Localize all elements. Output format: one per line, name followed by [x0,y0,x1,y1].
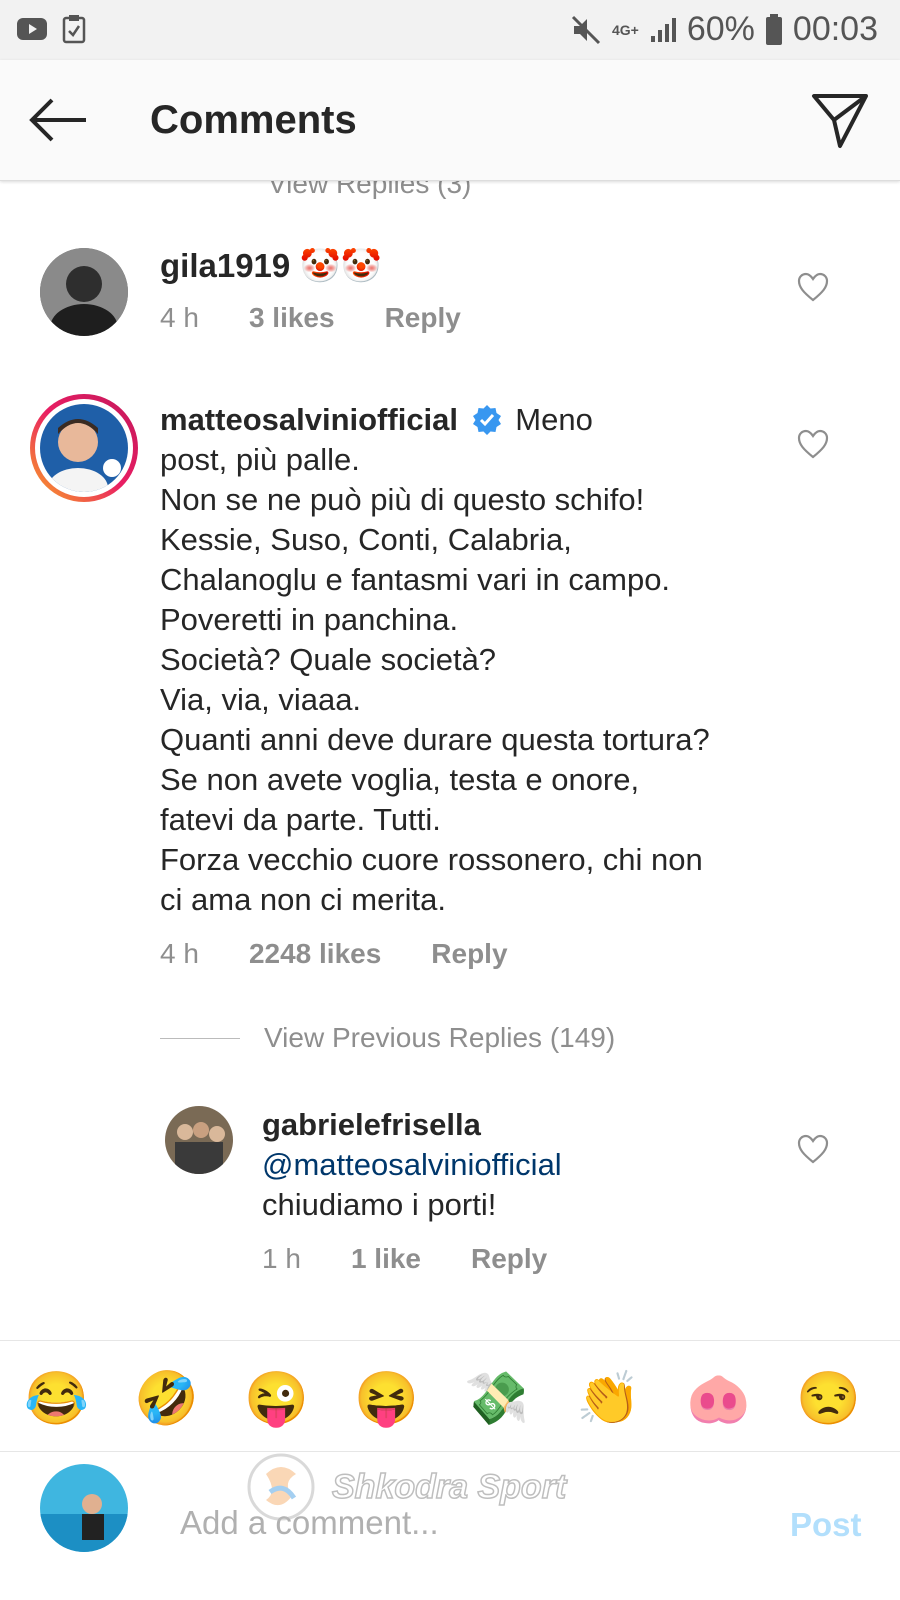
youtube-icon [17,18,47,40]
header-bar: Comments [0,60,900,181]
reply-likes[interactable]: 1 like [351,1243,421,1275]
comment-text-line: Meno [515,402,593,437]
comment-likes[interactable]: 2248 likes [249,938,381,970]
battery-percent: 60% [686,10,755,48]
emoji-quick-bar: 😂 🤣 😜 😝 💸 👏 🐽 😒 [0,1340,900,1452]
watermark-logo-icon [247,1453,315,1521]
heart-icon[interactable] [797,1134,829,1164]
comment-text-line: Kessie, Suso, Conti, Calabria, [160,522,572,557]
reply-button[interactable]: Reply [431,938,507,970]
avatar[interactable] [165,1106,233,1174]
comment-username[interactable]: matteosalviniofficial [160,402,458,437]
back-arrow-icon[interactable] [26,90,90,150]
watermark: Shkodra Sport [246,1452,646,1522]
post-button[interactable]: Post [790,1506,862,1544]
comment-text-line: Forza vecchio cuore rossonero, chi non [160,842,703,877]
view-previous-replies[interactable]: View Previous Replies (149) [160,1022,615,1054]
reply-time: 1 h [262,1243,301,1274]
status-bar: 4G+ 60% 00:03 [0,0,900,60]
clock: 00:03 [792,10,878,48]
signal-icon [650,17,676,42]
reply-text: chiudiamo i porti! [262,1187,497,1222]
comment-text-line: ci ama non ci merita. [160,882,446,917]
comment-text-line: fatevi da parte. Tutti. [160,802,441,837]
emoji-pig-nose[interactable]: 🐽 [686,1369,751,1429]
emoji-rofl[interactable]: 🤣 [134,1369,199,1429]
watermark-text: Shkodra Sport [331,1467,567,1507]
avatar[interactable] [40,248,128,336]
comment-text-line: post, più palle. [160,442,360,477]
comment-text-line: Se non avete voglia, testa e onore, [160,762,640,797]
direct-send-icon[interactable] [808,90,872,150]
network-type: 4G+ [611,21,639,38]
comment-likes[interactable]: 3 likes [249,302,335,334]
comment-time: 4 h [160,302,199,333]
clown-emoji: 🤡🤡 [299,247,382,284]
emoji-money-wings[interactable]: 💸 [464,1369,529,1429]
reply-username[interactable]: gabrielefrisella [262,1107,481,1142]
view-previous-replies-label[interactable]: View Previous Replies (149) [264,1022,615,1054]
comment-text-line: Chalanoglu e fantasmi vari in campo. [160,562,671,597]
comment-text-line: Poveretti in panchina. [160,602,459,637]
emoji-tears-of-joy[interactable]: 😂 [24,1369,89,1429]
comment-text-line: Via, via, viaaa. [160,682,362,717]
reply-button[interactable]: Reply [385,302,461,334]
comment-time: 4 h [160,938,199,969]
avatar[interactable] [30,394,138,502]
emoji-unamused[interactable]: 😒 [796,1369,861,1429]
reply-button[interactable]: Reply [471,1243,547,1275]
comment-text-line: Quanti anni deve durare questa tortura? [160,722,710,757]
battery-icon [765,13,782,45]
comment-text-line: Non se ne può più di questo schifo! [160,482,645,517]
user-avatar [40,1464,128,1552]
comment-username[interactable]: gila1919 [160,247,290,284]
mute-icon [571,15,601,44]
emoji-winking-tongue[interactable]: 😜 [244,1369,309,1429]
clipboard-check-icon [62,15,86,44]
heart-icon[interactable] [797,429,829,459]
comment-text-line: Società? Quale società? [160,642,497,677]
emoji-squinting-tongue[interactable]: 😝 [354,1369,419,1429]
emoji-clapping[interactable]: 👏 [576,1369,641,1429]
verified-badge-icon [472,405,501,435]
divider [160,1037,240,1039]
heart-icon[interactable] [797,272,829,302]
page-title: Comments [150,98,357,142]
mention-link[interactable]: @matteosalviniofficial [262,1147,562,1182]
